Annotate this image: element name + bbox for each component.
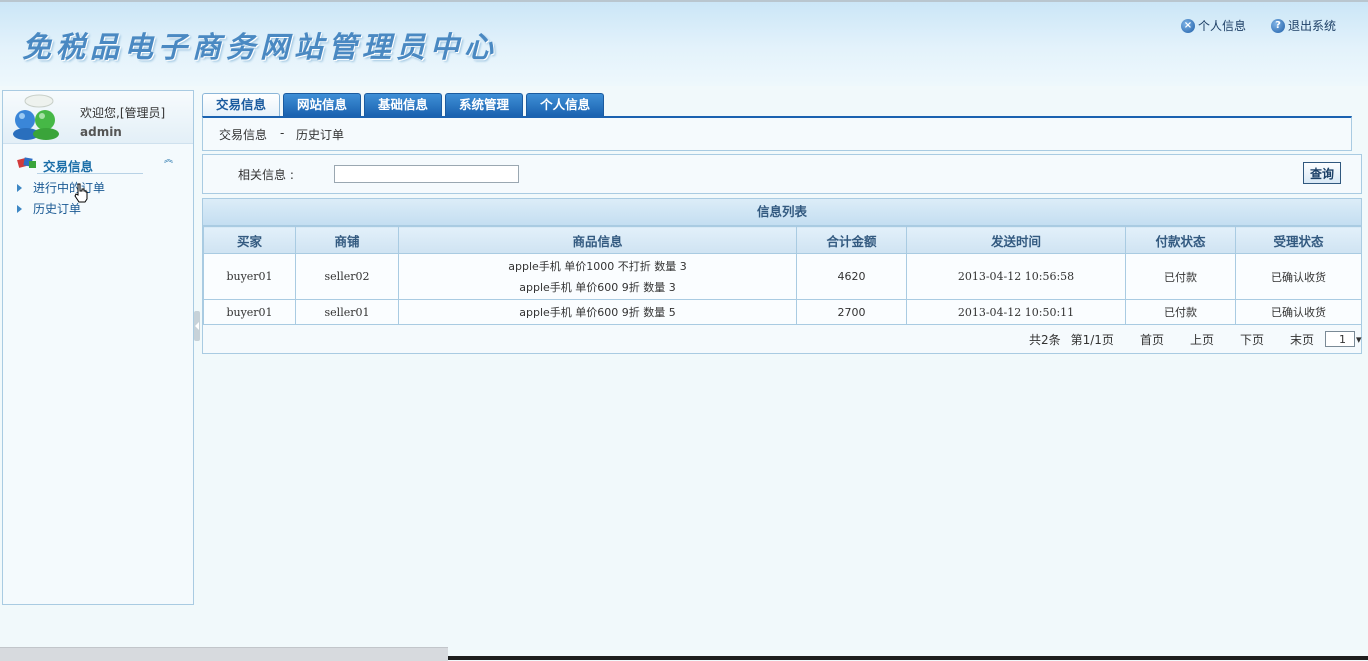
top-banner: 免税品电子商务网站管理员中心 × 个人信息 ? 退出系统 [0, 0, 1368, 86]
search-input[interactable] [334, 165, 519, 183]
cell-status: 已确认收货 [1235, 299, 1362, 325]
item-line: apple手机 单价600 9折 数量 3 [519, 280, 676, 294]
tab-trade-info[interactable]: 交易信息 [202, 93, 281, 117]
cell-time: 2013-04-12 10:50:11 [906, 299, 1126, 325]
breadcrumb-section: 交易信息 [219, 128, 268, 142]
tab-basic-info[interactable]: 基础信息 [364, 93, 443, 116]
profile-link[interactable]: × 个人信息 [1181, 17, 1246, 34]
logout-link-label: 退出系统 [1288, 19, 1337, 33]
page-select-value: 1 [1339, 332, 1346, 346]
cell-payment: 已付款 [1125, 253, 1236, 300]
welcome-text: 欢迎您,[管理员] [80, 106, 166, 120]
pager-last-link[interactable]: 末页 [1290, 331, 1314, 348]
cell-time: 2013-04-12 10:56:58 [906, 253, 1126, 300]
order-list-panel: 信息列表 买家 商铺 商品信息 合计金额 发送时间 付款状态 受理状态 buye… [202, 198, 1362, 354]
site-title: 免税品电子商务网站管理员中心 [22, 30, 499, 64]
main-tabs: 交易信息 网站信息 基础信息 系统管理 个人信息 [202, 93, 607, 117]
double-chevron-up-icon[interactable]: ︽ [164, 156, 173, 165]
x-circle-icon: × [1181, 18, 1195, 33]
item-line: apple手机 单价1000 不打折 数量 3 [508, 259, 687, 273]
cell-buyer: buyer01 [203, 253, 296, 300]
cell-total: 4620 [796, 253, 907, 300]
column-header-status: 受理状态 [1235, 226, 1362, 254]
breadcrumb-page: 历史订单 [296, 128, 345, 142]
tab-site-info[interactable]: 网站信息 [283, 93, 362, 116]
triangle-right-icon [17, 204, 22, 213]
sidebar-splitter-handle[interactable] [194, 311, 200, 341]
column-header-items: 商品信息 [398, 226, 797, 254]
column-header-time: 发送时间 [906, 226, 1126, 254]
sidebar-item-ongoing-orders[interactable]: 进行中的订单 [17, 179, 105, 196]
column-header-shop: 商铺 [295, 226, 399, 254]
tab-system-admin[interactable]: 系统管理 [445, 93, 524, 116]
pager-prev-link[interactable]: 上页 [1190, 331, 1214, 348]
pager-page-info: 第1/1页 [1070, 332, 1114, 347]
cell-shop: seller01 [295, 299, 399, 325]
question-circle-icon: ? [1271, 18, 1285, 33]
search-label: 相关信息 : [238, 168, 294, 182]
triangle-right-icon [17, 183, 22, 192]
cell-items: apple手机 单价600 9折 数量 5 [398, 299, 797, 325]
chevron-down-icon: ▾ [1356, 332, 1362, 346]
list-title: 信息列表 [203, 199, 1361, 226]
sidebar-item-label: 进行中的订单 [33, 181, 106, 195]
avatar-icon [13, 94, 59, 140]
menu-header-underline [37, 173, 143, 174]
user-box: 欢迎您,[管理员] admin [3, 91, 193, 144]
cell-payment: 已付款 [1125, 299, 1236, 325]
tab-personal-info[interactable]: 个人信息 [526, 93, 605, 116]
pager-first-link[interactable]: 首页 [1140, 331, 1164, 348]
search-panel: 相关信息 : 查询 [202, 154, 1362, 194]
cell-total: 2700 [796, 299, 907, 325]
menu-header-trade[interactable]: 交易信息 ︽ [17, 155, 173, 174]
column-header-total: 合计金额 [796, 226, 907, 254]
cell-shop: seller02 [295, 253, 399, 300]
logout-link[interactable]: ? 退出系统 [1271, 17, 1336, 34]
item-line: apple手机 单价600 9折 数量 5 [519, 305, 676, 319]
column-header-payment: 付款状态 [1125, 226, 1236, 254]
pager-summary: 共2条 [1028, 332, 1061, 347]
table-row: buyer01 seller02 apple手机 单价1000 不打折 数量 3… [203, 253, 1362, 300]
breadcrumb-separator: - [280, 126, 285, 140]
pagination: 共2条 第1/1页 首页 上页 下页 末页 1 ▾ [1019, 330, 1362, 348]
profile-link-label: 个人信息 [1198, 19, 1247, 33]
column-header-buyer: 买家 [203, 226, 296, 254]
query-button[interactable]: 查询 [1303, 162, 1341, 184]
page-select[interactable]: 1 ▾ [1325, 331, 1362, 347]
sidebar: 欢迎您,[管理员] admin 交易信息 ︽ 进行中的订单 历史订单 [2, 90, 194, 605]
hand-cursor-icon [74, 183, 88, 203]
pager-next-link[interactable]: 下页 [1240, 331, 1264, 348]
cell-buyer: buyer01 [203, 299, 296, 325]
orders-table: 买家 商铺 商品信息 合计金额 发送时间 付款状态 受理状态 buyer01 s… [203, 226, 1362, 325]
breadcrumb: 交易信息 - 历史订单 [202, 116, 1352, 151]
browser-status-bar [0, 647, 448, 661]
sidebar-item-history-orders[interactable]: 历史订单 [17, 200, 81, 217]
bottom-edge-strip [448, 656, 1368, 660]
cell-items: apple手机 单价1000 不打折 数量 3 apple手机 单价600 9折… [398, 253, 797, 300]
username: admin [80, 125, 122, 139]
menu-cubes-icon [17, 157, 36, 168]
table-header-row: 买家 商铺 商品信息 合计金额 发送时间 付款状态 受理状态 [203, 226, 1362, 254]
table-row: buyer01 seller01 apple手机 单价600 9折 数量 5 2… [203, 299, 1362, 325]
cell-status: 已确认收货 [1235, 253, 1362, 300]
